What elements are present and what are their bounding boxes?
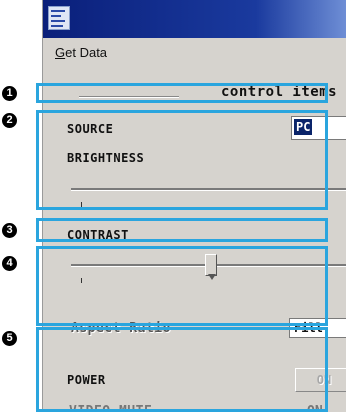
callout-marker-1: 1 xyxy=(2,86,17,101)
callout-box-1 xyxy=(36,83,328,103)
menu-bar: Get Data xyxy=(43,38,346,68)
callout-marker-3: 3 xyxy=(2,223,17,238)
callout-box-3 xyxy=(36,218,328,242)
callout-marker-4: 4 xyxy=(2,256,17,271)
callout-marker-5: 5 xyxy=(2,331,17,346)
callout-box-2 xyxy=(36,110,328,210)
title-bar xyxy=(43,0,346,38)
app-icon[interactable] xyxy=(48,6,70,30)
callout-marker-2: 2 xyxy=(2,113,17,128)
callout-box-4 xyxy=(36,246,328,326)
menu-get-data[interactable]: Get Data xyxy=(55,45,107,60)
callout-box-5 xyxy=(36,327,328,412)
screenshot: Get Data control items SOURCE PC BRIGHTN… xyxy=(0,0,346,412)
